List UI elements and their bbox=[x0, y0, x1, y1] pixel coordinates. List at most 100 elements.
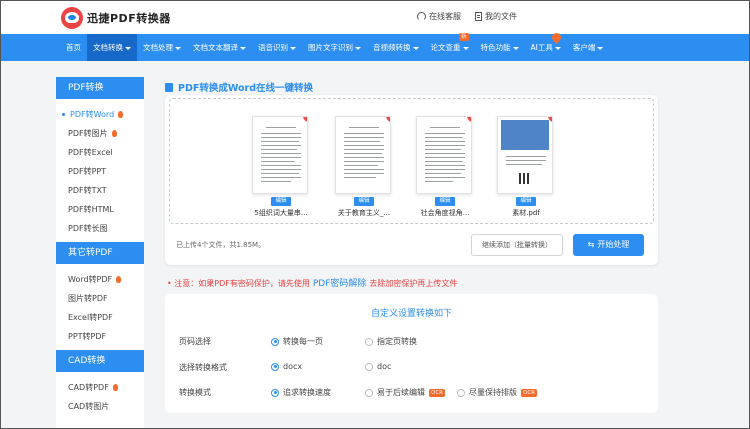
radio-selected bbox=[271, 388, 279, 397]
file-icon bbox=[165, 82, 173, 92]
fire-icon bbox=[118, 111, 124, 118]
nav-label: 音视频转换 bbox=[373, 43, 411, 52]
sidebar: PDF转换 PDF转Word PDF转图片 PDF转Excel PDF转PPT … bbox=[56, 77, 144, 428]
sidebar-item-ppt-to-pdf[interactable]: PPT转PDF bbox=[56, 327, 144, 346]
settings-title: 自定义设置转换如下 bbox=[370, 309, 452, 319]
sidebar-item-word-to-pdf[interactable]: Word转PDF bbox=[56, 270, 144, 289]
chevron-down-icon bbox=[412, 46, 419, 50]
radio-unselected bbox=[365, 337, 373, 346]
file-drop-zone[interactable]: × 编辑 5组织词大量串... × 编辑 bbox=[169, 98, 654, 224]
sidebar-item-pdf-to-txt[interactable]: PDF转TXT bbox=[56, 181, 144, 200]
option-label: docx bbox=[283, 362, 303, 371]
fire-icon bbox=[111, 130, 117, 137]
my-files-link[interactable]: 我的文件 bbox=[475, 11, 517, 22]
sidebar-item-label: PDF转TXT bbox=[68, 186, 107, 195]
page-title-row: PDF转换成Word在线一键转换 bbox=[165, 80, 313, 94]
option-doc[interactable]: doc bbox=[365, 362, 391, 371]
edit-file-button[interactable]: 编辑 bbox=[516, 197, 536, 206]
nav-media[interactable]: 音视频转换 bbox=[367, 34, 425, 61]
sidebar-item-excel-to-pdf[interactable]: Excel转PDF bbox=[56, 308, 144, 327]
start-process-button[interactable]: ⇆ 开始处理 bbox=[573, 234, 644, 256]
radio-unselected bbox=[365, 388, 373, 397]
nav-ocr[interactable]: 图片文字识别 bbox=[302, 34, 367, 61]
sidebar-item-label: CAD转PDF bbox=[68, 383, 109, 392]
continue-add-button[interactable]: 继续添加（批量转换） bbox=[471, 234, 563, 256]
app-logo[interactable]: 迅捷PDF转换器 bbox=[61, 7, 171, 29]
top-header: 迅捷PDF转换器 在线客服 我的文件 bbox=[1, 1, 749, 34]
option-editable[interactable]: 易于后续编辑 OCR bbox=[365, 387, 445, 398]
file-name: 关于教育主义_... bbox=[337, 209, 391, 217]
option-speed[interactable]: 追求转换速度 bbox=[271, 387, 331, 398]
file-name: 素材.pdf bbox=[512, 209, 540, 217]
conversion-settings: 自定义设置转换如下 页码选择 转换每一页 指定页转换 选择转换格式 docx d… bbox=[165, 294, 658, 413]
nav-ai-tools[interactable]: AI工具 bbox=[525, 31, 567, 61]
remove-file-button[interactable]: × bbox=[467, 117, 471, 122]
edit-file-button[interactable]: 编辑 bbox=[354, 197, 374, 206]
sidebar-item-pdf-to-ppt[interactable]: PDF转PPT bbox=[56, 162, 144, 181]
document-icon bbox=[475, 12, 482, 21]
nav-label: 首页 bbox=[66, 43, 81, 52]
file-card: × 编辑 5组织词大量串... bbox=[252, 116, 310, 218]
sidebar-item-pdf-to-word[interactable]: PDF转Word bbox=[56, 105, 144, 124]
radio-selected bbox=[271, 362, 279, 371]
chevron-down-icon bbox=[512, 46, 519, 50]
sidebar-section-cad: CAD转换 bbox=[56, 350, 144, 372]
option-label: doc bbox=[377, 362, 392, 371]
customer-service-link[interactable]: 在线客服 bbox=[417, 11, 461, 22]
file-thumbnail: × bbox=[335, 116, 391, 194]
option-docx[interactable]: docx bbox=[271, 362, 302, 371]
nav-label: 文档转换 bbox=[93, 43, 123, 52]
upload-status: 已上传4个文件，共1.85M。 bbox=[176, 241, 266, 249]
file-name: 5组织词大量串... bbox=[254, 209, 308, 217]
chevron-down-icon bbox=[597, 46, 604, 50]
sidebar-item-label: PDF转长图 bbox=[68, 224, 108, 233]
file-name: 社会角度视角... bbox=[420, 209, 470, 217]
nav-label: 图片文字识别 bbox=[308, 43, 353, 52]
nav-client[interactable]: 客户端 bbox=[567, 34, 610, 61]
nav-features[interactable]: 特色功能 bbox=[475, 34, 525, 61]
sidebar-section-to-pdf: 其它转PDF bbox=[56, 242, 144, 264]
sidebar-item-pdf-to-long-image[interactable]: PDF转长图 bbox=[56, 219, 144, 238]
nav-translate[interactable]: 文档文本翻译 bbox=[187, 34, 252, 61]
sidebar-item-pdf-to-excel[interactable]: PDF转Excel bbox=[56, 143, 144, 162]
sidebar-item-label: Excel转PDF bbox=[68, 313, 113, 322]
option-label: 转换每一页 bbox=[283, 337, 323, 346]
my-files-label: 我的文件 bbox=[485, 12, 517, 21]
edit-file-button[interactable]: 编辑 bbox=[271, 197, 291, 206]
ocr-badge: OCR bbox=[521, 388, 537, 397]
chevron-down-icon bbox=[290, 46, 296, 50]
nav-doc-convert[interactable]: 文档转换 bbox=[87, 34, 137, 61]
nav-label: 客户端 bbox=[572, 43, 596, 52]
setting-label-pages: 页码选择 bbox=[179, 337, 211, 346]
file-card: × 编辑 关于教育主义_... bbox=[335, 116, 393, 218]
sidebar-item-pdf-to-html[interactable]: PDF转HTML bbox=[56, 200, 144, 219]
file-thumbnail: × bbox=[497, 116, 553, 194]
pdf-unlock-link[interactable]: PDF密码解除 bbox=[313, 279, 367, 289]
sidebar-item-label: PDF转Excel bbox=[68, 148, 113, 157]
sidebar-item-cad-to-image[interactable]: CAD转图片 bbox=[56, 397, 144, 416]
sidebar-item-pdf-to-image[interactable]: PDF转图片 bbox=[56, 124, 144, 143]
option-keep-layout[interactable]: 尽量保持排版 OCR bbox=[457, 387, 537, 398]
sidebar-item-cad-to-pdf[interactable]: CAD转PDF bbox=[56, 378, 144, 397]
logo-icon bbox=[61, 7, 83, 29]
upload-card: × 编辑 5组织词大量串... × 编辑 bbox=[165, 95, 658, 265]
remove-file-button[interactable]: × bbox=[386, 117, 390, 122]
chevron-down-icon bbox=[355, 46, 361, 50]
option-specified-pages[interactable]: 指定页转换 bbox=[365, 336, 417, 347]
sidebar-item-image-to-pdf[interactable]: 图片转PDF bbox=[56, 289, 144, 308]
page-title: PDF转换成Word在线一键转换 bbox=[178, 83, 313, 94]
notice-text: 注意：如果PDF有密码保护，请先使用 bbox=[174, 279, 310, 288]
file-card: × 编辑 素材.pdf bbox=[497, 116, 555, 218]
remove-file-button[interactable]: × bbox=[303, 117, 307, 122]
file-thumbnail: × bbox=[416, 116, 472, 194]
nav-speech[interactable]: 语音识别 bbox=[252, 34, 302, 61]
nav-doc-process[interactable]: 文档处理 bbox=[137, 34, 187, 61]
nav-plagiarism[interactable]: 论文查重 新 bbox=[425, 33, 475, 61]
nav-home[interactable]: 首页 bbox=[60, 34, 87, 61]
file-card: × 编辑 社会角度视角... bbox=[416, 116, 474, 218]
option-every-page[interactable]: 转换每一页 bbox=[271, 336, 323, 347]
new-badge: 新 bbox=[458, 33, 469, 41]
edit-file-button[interactable]: 编辑 bbox=[435, 197, 455, 206]
sidebar-item-label: 图片转PDF bbox=[68, 294, 108, 303]
chevron-down-icon bbox=[175, 46, 181, 50]
